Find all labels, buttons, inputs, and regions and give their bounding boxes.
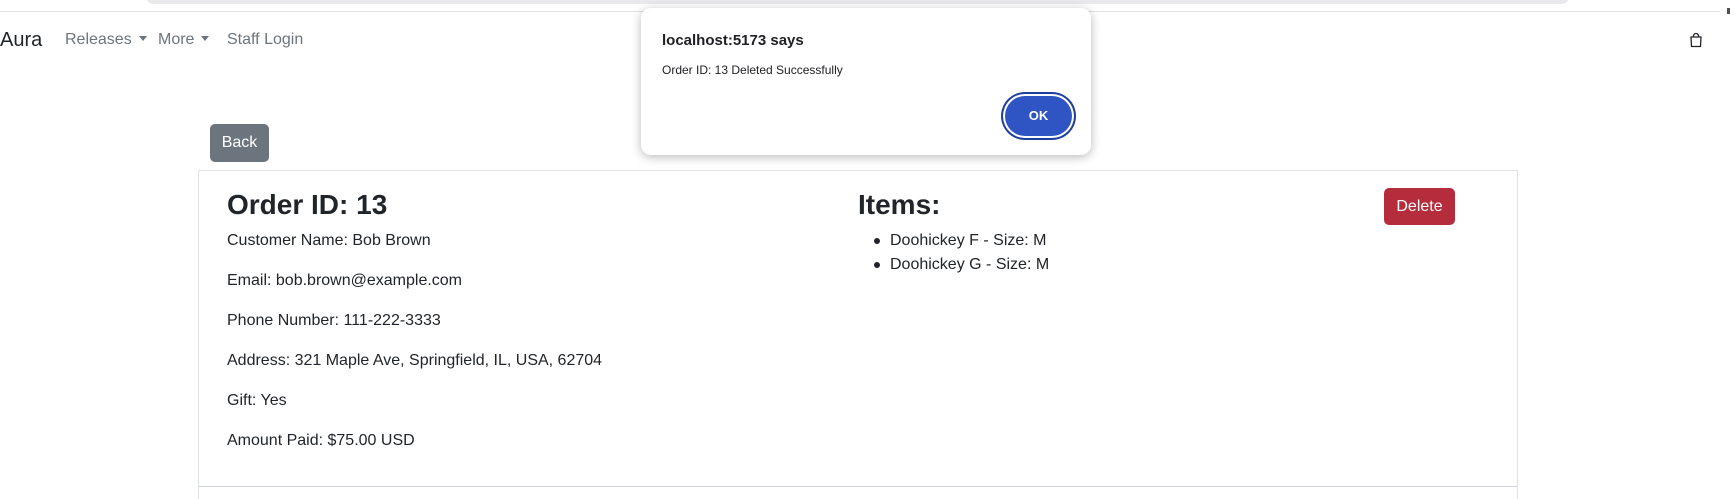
items-heading: Items: [858, 189, 941, 220]
list-item: Doohickey F - Size: M [858, 232, 1049, 256]
amount-paid: Amount Paid: $75.00 USD [227, 432, 415, 449]
bullet-icon [874, 262, 880, 268]
items-list: Doohickey F - Size: M Doohickey G - Size… [858, 232, 1049, 280]
back-button[interactable]: Back [210, 124, 269, 162]
nav-more-dropdown[interactable]: More [158, 31, 210, 49]
customer-name: Customer Name: Bob Brown [227, 232, 431, 249]
nav-releases-dropdown[interactable]: Releases [65, 31, 147, 49]
customer-address: Address: 321 Maple Ave, Springfield, IL,… [227, 352, 603, 369]
item-label: Doohickey F - Size: M [890, 232, 1047, 249]
page-scrollbar[interactable] [1720, 0, 1735, 499]
nav-more-label: More [158, 31, 195, 48]
next-card-edge [198, 486, 1518, 499]
list-item: Doohickey G - Size: M [858, 256, 1049, 280]
gift-flag: Gift: Yes [227, 392, 287, 409]
customer-phone: Phone Number: 111-222-3333 [227, 312, 441, 329]
bullet-icon [874, 238, 880, 244]
dialog-message: Order ID: 13 Deleted Successfully [662, 63, 843, 77]
brand-logo[interactable]: Aura [0, 29, 42, 52]
item-label: Doohickey G - Size: M [890, 256, 1050, 273]
order-title: Order ID: 13 [227, 189, 388, 220]
ok-button[interactable]: OK [1005, 96, 1072, 136]
shopping-bag-icon[interactable] [1688, 32, 1704, 48]
dialog-title: localhost:5173 says [662, 32, 804, 49]
chevron-down-icon [138, 36, 147, 41]
alert-dialog: localhost:5173 says Order ID: 13 Deleted… [641, 8, 1091, 155]
delete-order-button[interactable]: Delete [1384, 188, 1455, 225]
nav-releases-label: Releases [65, 31, 132, 48]
browser-address-bar-edge [145, 0, 1570, 4]
nav-staff-login[interactable]: Staff Login [227, 31, 303, 49]
customer-email: Email: bob.brown@example.com [227, 272, 463, 289]
scroll-up-arrow-icon[interactable] [1727, 8, 1730, 14]
chevron-down-icon [201, 36, 210, 41]
